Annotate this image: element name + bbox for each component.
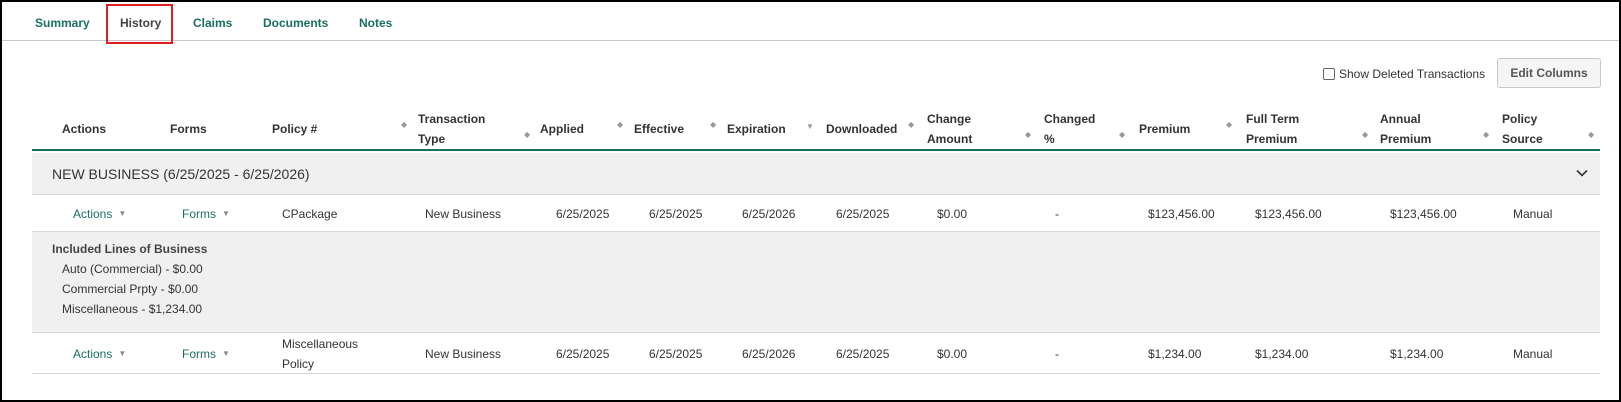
- caret-down-icon: ▼: [222, 208, 230, 218]
- sort-icon[interactable]: ◆: [1226, 120, 1232, 129]
- table-row: Actions ▼ Forms ▼ CPackage New Business 6/…: [32, 196, 1600, 232]
- policy-source: Manual: [1513, 206, 1553, 221]
- annual-premium: $123,456.00: [1390, 206, 1457, 221]
- active-tab-highlight: [106, 4, 173, 44]
- full-term-premium: $1,234.00: [1255, 346, 1309, 361]
- policy-number: CPackage: [282, 206, 338, 221]
- lob-title: Included Lines of Business: [52, 242, 208, 256]
- premium: $1,234.00: [1148, 346, 1202, 361]
- downloaded-date: 6/25/2025: [836, 206, 890, 221]
- actions-link[interactable]: Actions: [73, 344, 112, 364]
- edit-columns-button[interactable]: Edit Columns: [1497, 58, 1601, 88]
- col-changed-pct[interactable]: Changed%: [1044, 106, 1095, 151]
- lob-item: Auto (Commercial) - $0.00: [62, 262, 203, 276]
- included-lines-of-business: Included Lines of Business Auto (Commerc…: [32, 232, 1600, 333]
- lob-item: Commercial Prpty - $0.00: [62, 282, 199, 296]
- actions-dropdown[interactable]: Actions ▼: [73, 196, 126, 231]
- forms-dropdown[interactable]: Forms ▼: [182, 196, 230, 231]
- forms-link[interactable]: Forms: [182, 344, 216, 364]
- col-policy-source[interactable]: Policy Source: [1502, 106, 1543, 151]
- forms-dropdown[interactable]: Forms ▼: [182, 334, 230, 373]
- transaction-type: New Business: [425, 346, 502, 361]
- show-deleted-label: Show Deleted Transactions: [1339, 67, 1486, 81]
- changed-pct: -: [1055, 346, 1059, 361]
- group-title: NEW BUSINESS (6/25/2025 - 6/25/2026): [52, 166, 310, 182]
- expiration-date: 6/25/2026: [742, 206, 796, 221]
- changed-pct: -: [1055, 206, 1059, 221]
- forms-link[interactable]: Forms: [182, 204, 216, 224]
- lob-item: Miscellaneous - $1,234.00: [62, 302, 203, 316]
- policy-number: Miscellaneous Policy: [282, 336, 359, 371]
- actions-dropdown[interactable]: Actions ▼: [73, 334, 126, 373]
- col-applied[interactable]: Applied: [540, 106, 584, 151]
- full-term-premium: $123,456.00: [1255, 206, 1322, 221]
- sort-icon[interactable]: ◆: [1362, 130, 1368, 139]
- annual-premium: $1,234.00: [1390, 346, 1444, 361]
- col-premium[interactable]: Premium: [1139, 106, 1190, 151]
- tab-documents[interactable]: Documents: [263, 2, 328, 41]
- col-expiration[interactable]: Expiration: [727, 106, 786, 151]
- sort-icon[interactable]: ◆: [401, 120, 407, 129]
- checkbox-icon[interactable]: [1323, 68, 1335, 80]
- expiration-date: 6/25/2026: [742, 346, 796, 361]
- col-transaction-type[interactable]: Transaction Type: [418, 106, 485, 151]
- caret-down-icon: ▼: [118, 348, 127, 358]
- premium: $123,456.00: [1148, 206, 1215, 221]
- policy-source: Manual: [1513, 346, 1553, 361]
- sort-icon[interactable]: ◆: [710, 120, 716, 129]
- chevron-down-icon[interactable]: [1576, 167, 1588, 179]
- sort-icon[interactable]: ◆: [908, 120, 914, 129]
- col-actions: Actions: [62, 121, 107, 136]
- col-policy-number[interactable]: Policy #: [272, 106, 317, 151]
- sort-icon[interactable]: ◆: [524, 130, 530, 139]
- sort-icon[interactable]: ◆: [617, 120, 623, 129]
- tab-claims[interactable]: Claims: [193, 2, 232, 41]
- change-amount: $0.00: [937, 346, 968, 361]
- caret-down-icon: ▼: [118, 208, 127, 218]
- col-change-amount[interactable]: Change Amount: [927, 106, 972, 151]
- transaction-type: New Business: [425, 206, 502, 221]
- applied-date: 6/25/2025: [556, 346, 610, 361]
- table-row: Actions ▼ Forms ▼ Miscellaneous Policy New …: [32, 334, 1600, 374]
- caret-down-icon: ▼: [222, 348, 230, 358]
- sort-desc-icon[interactable]: ▼: [806, 122, 814, 131]
- col-downloaded[interactable]: Downloaded: [826, 106, 897, 151]
- col-forms: Forms: [170, 121, 207, 136]
- actions-link[interactable]: Actions: [73, 204, 112, 224]
- show-deleted-toggle[interactable]: Show Deleted Transactions: [1323, 66, 1485, 82]
- downloaded-date: 6/25/2025: [836, 346, 890, 361]
- effective-date: 6/25/2025: [649, 206, 703, 221]
- change-amount: $0.00: [937, 206, 968, 221]
- table-header: Actions Forms Policy # ◆ Transaction Type…: [32, 106, 1600, 151]
- col-full-term-premium[interactable]: Full Term Premium: [1246, 106, 1299, 151]
- effective-date: 6/25/2025: [649, 346, 703, 361]
- applied-date: 6/25/2025: [556, 206, 610, 221]
- tab-bar: Summary History Claims Documents Notes: [2, 2, 1619, 41]
- sort-icon[interactable]: ◆: [1588, 130, 1594, 139]
- tab-summary[interactable]: Summary: [35, 2, 90, 41]
- sort-icon[interactable]: ◆: [1119, 130, 1125, 139]
- sort-icon[interactable]: ◆: [1025, 130, 1031, 139]
- tab-notes[interactable]: Notes: [359, 2, 392, 41]
- sort-icon[interactable]: ◆: [1483, 130, 1489, 139]
- col-annual-premium[interactable]: Annual Premium: [1380, 106, 1431, 151]
- col-effective[interactable]: Effective: [634, 106, 684, 151]
- transaction-group-header[interactable]: NEW BUSINESS (6/25/2025 - 6/25/2026): [32, 153, 1600, 195]
